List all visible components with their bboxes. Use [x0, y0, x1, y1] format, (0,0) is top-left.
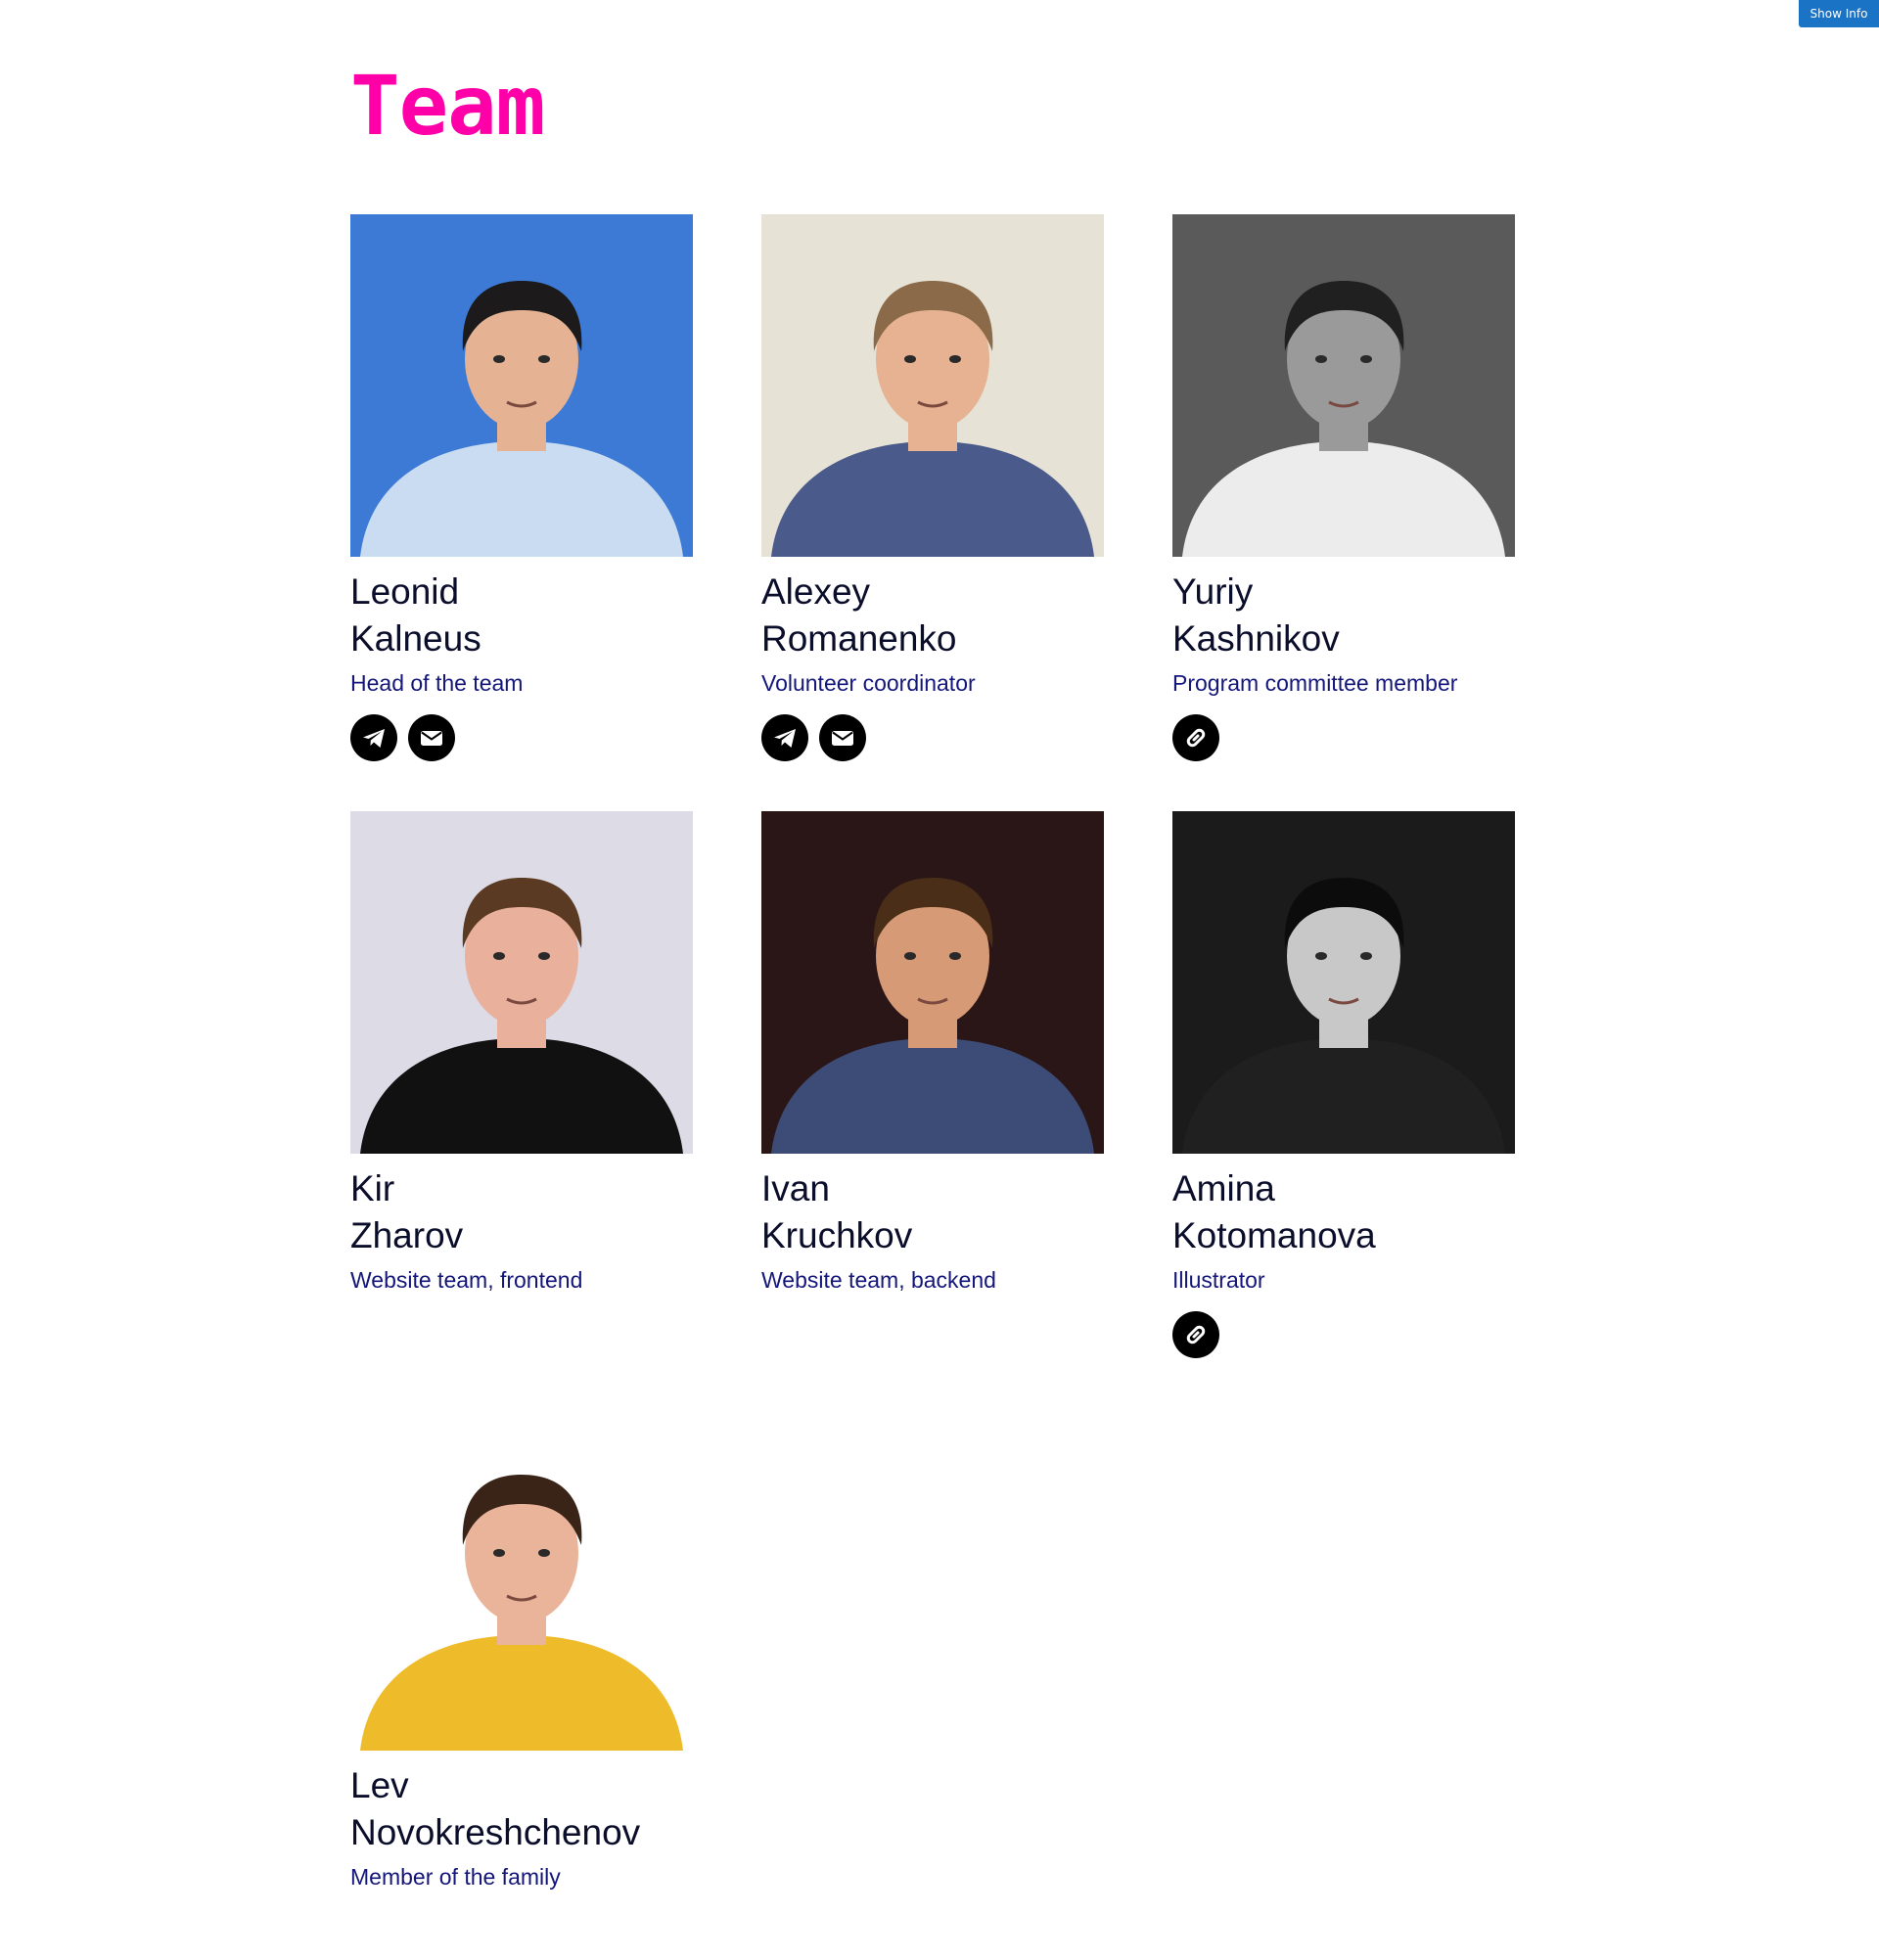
- member-photo-image: [1172, 811, 1515, 1154]
- team-member-card: Ivan Kruchkov Website team, backend: [761, 811, 1104, 1349]
- member-photo: [1172, 811, 1515, 1154]
- team-member-card: Leonid Kalneus Head of the team: [350, 214, 693, 761]
- member-role: Member of the family: [350, 1864, 561, 1890]
- member-links: [1172, 1311, 1515, 1358]
- mail-icon[interactable]: [819, 714, 866, 761]
- member-name: Leonid Kalneus: [350, 569, 693, 662]
- show-info-button[interactable]: Show Info: [1799, 0, 1879, 27]
- member-photo-image: [761, 214, 1104, 557]
- telegram-icon[interactable]: [350, 714, 397, 761]
- member-photo: [350, 214, 693, 557]
- member-name: Ivan Kruchkov: [761, 1165, 1104, 1259]
- member-first-name: Alexey: [761, 571, 871, 612]
- member-photo-image: [761, 811, 1104, 1154]
- telegram-icon[interactable]: [761, 714, 808, 761]
- member-role: Volunteer coordinator: [761, 670, 976, 696]
- member-links: [1172, 714, 1515, 761]
- member-name: Alexey Romanenko: [761, 569, 1104, 662]
- member-first-name: Yuriy: [1172, 571, 1254, 612]
- member-name: Lev Novokreshchenov: [350, 1762, 693, 1856]
- member-last-name: Kashnikov: [1172, 618, 1340, 659]
- member-role: Head of the team: [350, 670, 524, 696]
- team-member-card: Kir Zharov Website team, frontend: [350, 811, 693, 1349]
- member-photo: [350, 811, 693, 1154]
- member-first-name: Ivan: [761, 1168, 830, 1208]
- member-role: Illustrator: [1172, 1267, 1265, 1293]
- member-last-name: Zharov: [350, 1215, 464, 1255]
- member-role: Website team, frontend: [350, 1267, 583, 1293]
- member-last-name: Kruchkov: [761, 1215, 913, 1255]
- team-member-card: Lev Novokreshchenov Member of the family: [350, 1408, 693, 1946]
- chain-link-icon[interactable]: [1172, 714, 1219, 761]
- member-name: Kir Zharov: [350, 1165, 693, 1259]
- member-last-name: Romanenko: [761, 618, 957, 659]
- team-grid: Leonid Kalneus Head of the team Alexey R…: [350, 214, 1515, 1946]
- member-links: [761, 714, 1104, 761]
- member-last-name: Kotomanova: [1172, 1215, 1376, 1255]
- mail-icon[interactable]: [408, 714, 455, 761]
- member-first-name: Lev: [350, 1765, 409, 1805]
- member-last-name: Novokreshchenov: [350, 1812, 641, 1852]
- member-first-name: Kir: [350, 1168, 395, 1208]
- page-title: Team: [350, 58, 545, 154]
- member-photo-image: [1172, 214, 1515, 557]
- member-role: Program committee member: [1172, 670, 1458, 696]
- member-first-name: Leonid: [350, 571, 460, 612]
- member-photo-image: [350, 1408, 693, 1751]
- member-name: Yuriy Kashnikov: [1172, 569, 1515, 662]
- member-name: Amina Kotomanova: [1172, 1165, 1515, 1259]
- member-first-name: Amina: [1172, 1168, 1275, 1208]
- member-role: Website team, backend: [761, 1267, 996, 1293]
- member-photo-image: [350, 214, 693, 557]
- chain-link-icon[interactable]: [1172, 1311, 1219, 1358]
- member-photo: [1172, 214, 1515, 557]
- team-member-card: Amina Kotomanova Illustrator: [1172, 811, 1515, 1358]
- team-member-card: Alexey Romanenko Volunteer coordinator: [761, 214, 1104, 761]
- member-links: [350, 714, 693, 761]
- team-member-card: Yuriy Kashnikov Program committee member: [1172, 214, 1515, 761]
- member-last-name: Kalneus: [350, 618, 481, 659]
- member-photo: [761, 214, 1104, 557]
- member-photo-image: [350, 811, 693, 1154]
- member-photo: [761, 811, 1104, 1154]
- member-photo: [350, 1408, 693, 1751]
